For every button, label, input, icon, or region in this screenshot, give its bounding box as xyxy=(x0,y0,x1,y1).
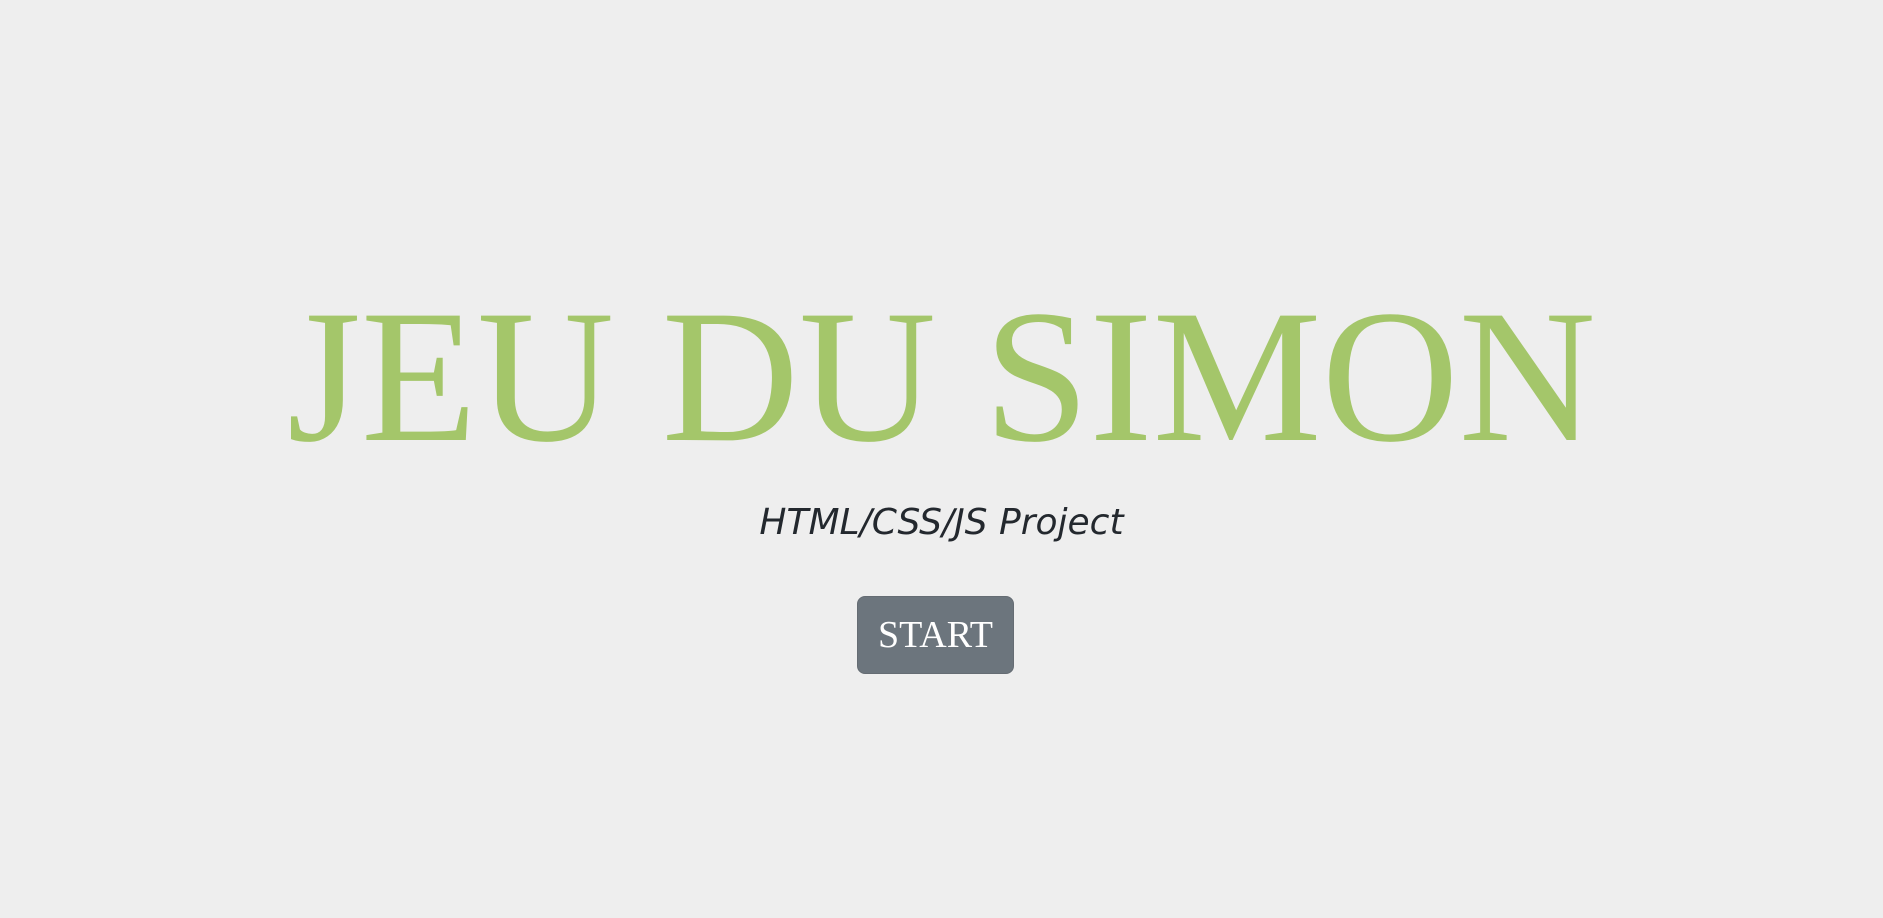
start-button[interactable]: START xyxy=(857,596,1014,674)
game-title: JEU DU SIMON xyxy=(287,272,1596,482)
start-screen: JEU DU SIMON HTML/CSS/JS Project START xyxy=(0,0,1883,918)
project-subtitle: HTML/CSS/JS Project xyxy=(759,502,1124,543)
